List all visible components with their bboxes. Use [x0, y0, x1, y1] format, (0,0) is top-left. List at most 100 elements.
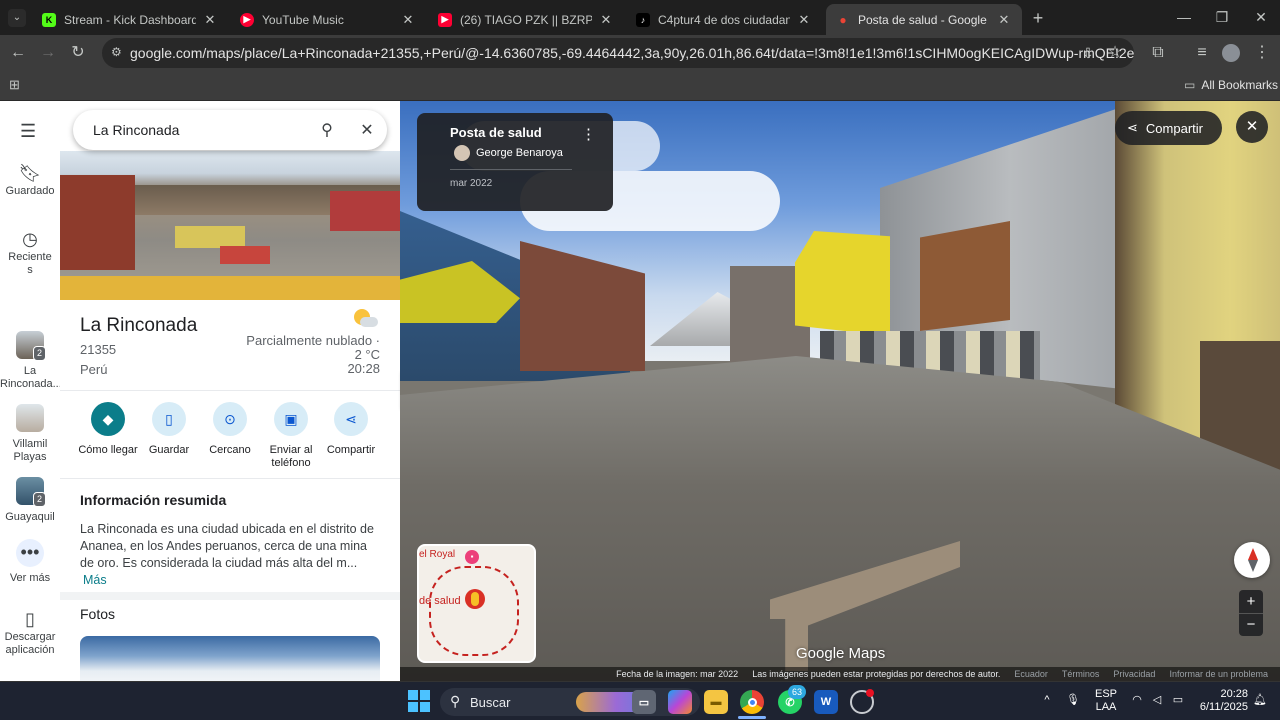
tab-google-maps[interactable]: ● Posta de salud - Google Maps ✕ [826, 4, 1022, 35]
rail-item-saved[interactable]: 🔖︎ Guardado [0, 163, 60, 198]
all-bookmarks-button[interactable]: ▭ All Bookmarks [1184, 78, 1278, 92]
photo-author[interactable]: George Benaroya [476, 147, 563, 159]
weather-info: Parcialmente nublado · 2 °C 20:28 [246, 334, 380, 376]
new-tab-plus-icon[interactable]: + [1028, 8, 1048, 28]
taskbar-search[interactable]: ⚲ Buscar [440, 688, 700, 716]
close-tab-icon[interactable]: ✕ [202, 12, 218, 28]
maps-footer: Fecha de la imagen: mar 2022 Las imágene… [400, 667, 1280, 681]
close-street-view-icon[interactable]: ✕ [1236, 111, 1268, 143]
media-controls-icon[interactable]: ≡ [1190, 41, 1214, 65]
menu-hamburger-icon[interactable]: ☰ [20, 121, 36, 142]
nearby-button[interactable]: ⊙ Cercano [200, 402, 260, 457]
yellow-tarp [795, 231, 890, 336]
bookmark-star-icon[interactable]: ☆ [1103, 41, 1127, 65]
maps-search-box[interactable]: La Rinconada ⚲ ✕ [73, 110, 387, 150]
battery-icon[interactable]: ▭ [1170, 682, 1186, 720]
section-divider [60, 592, 400, 600]
more-options-icon[interactable]: ⋮ [581, 125, 596, 143]
show-hidden-icons-chevron-icon[interactable]: ^ [1040, 682, 1054, 720]
rail-item-recent[interactable]: ◷ Recientes [0, 229, 60, 277]
back-arrow-icon[interactable]: ← [6, 41, 30, 65]
site-info-icon[interactable]: ⚙ [111, 45, 122, 59]
summary-heading: Información resumida [80, 492, 227, 508]
notifications-bell-icon[interactable]: 🔔︎ [1252, 682, 1268, 720]
tab-kick[interactable]: K Stream - Kick Dashboard ✕ [32, 4, 228, 35]
wifi-icon[interactable]: ◠ [1130, 682, 1144, 720]
minimize-icon[interactable]: — [1173, 6, 1195, 28]
more-dots-icon: ••• [16, 539, 44, 567]
file-explorer-icon[interactable]: ▬ [704, 690, 728, 714]
history-icon: ◷ [22, 229, 38, 249]
bookmark-icon: 🔖︎ [18, 163, 42, 183]
rail-item-download-app[interactable]: ▯ Descargar aplicación [0, 610, 60, 657]
zoom-in-plus-icon[interactable]: + [1239, 590, 1263, 613]
bookmark-icon: ▯ [152, 402, 186, 436]
minimap-label: el Royal [419, 549, 456, 560]
close-tab-icon[interactable]: ✕ [796, 12, 812, 28]
wooden-door [920, 221, 1010, 331]
rail-item-villamil-playas[interactable]: Villamil Playas [0, 404, 60, 464]
compass-icon[interactable] [1234, 542, 1270, 578]
rail-item-more[interactable]: ••• Ver más [0, 539, 60, 585]
microphone-icon[interactable]: 🎙︎ [1066, 682, 1080, 720]
rail-label: Villamil Playas [12, 438, 48, 463]
copilot-icon[interactable] [668, 690, 692, 714]
place-hero-photo[interactable] [60, 151, 400, 300]
partly-cloudy-weather-icon [352, 309, 380, 331]
region-link[interactable]: Ecuador [1014, 669, 1048, 679]
summary-more-link[interactable]: Más [83, 573, 107, 587]
word-icon[interactable]: W [814, 690, 838, 714]
search-icon[interactable]: ⚲ [307, 120, 347, 140]
tab-search-button[interactable]: ⌄ [8, 9, 26, 27]
close-tab-icon[interactable]: ✕ [400, 12, 416, 28]
forward-arrow-icon[interactable]: → [36, 41, 60, 65]
place-pin-icon: ▪ [465, 550, 479, 564]
photo-thumbnail[interactable] [80, 636, 380, 681]
tab-tiktok[interactable]: ♪ C4ptur4 de dos ciudadanos de ✕ [626, 4, 822, 35]
author-avatar[interactable] [454, 145, 470, 161]
zoom-out-minus-icon[interactable]: − [1239, 613, 1263, 636]
restore-icon[interactable]: ❐ [1211, 6, 1233, 28]
apps-grid-icon[interactable]: ⊞ [9, 78, 23, 92]
folder-icon: ▭ [1184, 78, 1196, 92]
search-input[interactable]: La Rinconada [93, 122, 307, 138]
share-button[interactable]: ⋖ Compartir [321, 402, 381, 457]
tab-youtube-music[interactable]: ▶ YouTube Music ✕ [230, 4, 426, 35]
close-tab-icon[interactable]: ✕ [598, 12, 614, 28]
summary-text: La Rinconada es una ciudad ubicada en el… [80, 521, 380, 589]
tab-youtube[interactable]: ▶ (26) TIAGO PZK || BZRP Music S ✕ [428, 4, 624, 35]
send-to-phone-button[interactable]: ▣ Enviar al teléfono [261, 402, 321, 470]
clock[interactable]: 20:28 6/11/2025 [1190, 682, 1248, 720]
windows-start-icon[interactable] [408, 690, 430, 712]
weather-temperature: 2 °C [354, 347, 380, 362]
address-bar[interactable]: ⚙ google.com/maps/place/La+Rinconada+213… [102, 38, 1134, 68]
bookmarks-bar: ⊞ ▭ All Bookmarks [0, 71, 1280, 101]
rail-item-la-rinconada[interactable]: 2 La Rinconada... [0, 331, 62, 391]
zoom-controls: + − [1239, 590, 1263, 636]
chrome-icon[interactable] [740, 690, 764, 714]
close-tab-icon[interactable]: ✕ [996, 12, 1012, 28]
recent-place-thumbnail: 2 [16, 477, 46, 507]
save-button[interactable]: ▯ Guardar [139, 402, 199, 457]
search-icon: ⚲ [450, 693, 461, 709]
language-indicator[interactable]: ESP LAA [1092, 682, 1120, 720]
directions-icon: ◆ [91, 402, 125, 436]
profile-avatar[interactable] [1222, 44, 1240, 62]
street-view-share-button[interactable]: ⋖ Compartir [1115, 111, 1222, 145]
task-view-icon[interactable]: ▭ [632, 690, 656, 714]
terms-link[interactable]: Términos [1062, 669, 1100, 679]
privacy-link[interactable]: Privacidad [1113, 669, 1155, 679]
action-label: Guardar [148, 444, 190, 456]
extensions-icon[interactable]: ⧉ [1146, 41, 1170, 65]
rail-item-guayaquil[interactable]: 2 Guayaquil [0, 477, 60, 524]
volume-icon[interactable]: ◁ [1150, 682, 1164, 720]
window-close-icon[interactable]: ✕ [1250, 6, 1272, 28]
directions-button[interactable]: ◆ Cómo llegar [78, 402, 138, 457]
clear-search-close-icon[interactable]: ✕ [347, 120, 387, 140]
street-view-minimap[interactable]: el Royal ▪ de salud [417, 544, 536, 663]
install-app-icon[interactable]: ⇩ [1076, 41, 1100, 65]
reload-icon[interactable]: ↻ [66, 41, 90, 65]
action-label: Cómo llegar [78, 444, 138, 456]
report-problem-link[interactable]: Informar de un problema [1169, 669, 1268, 679]
browser-menu-icon[interactable]: ⋮ [1250, 41, 1274, 65]
